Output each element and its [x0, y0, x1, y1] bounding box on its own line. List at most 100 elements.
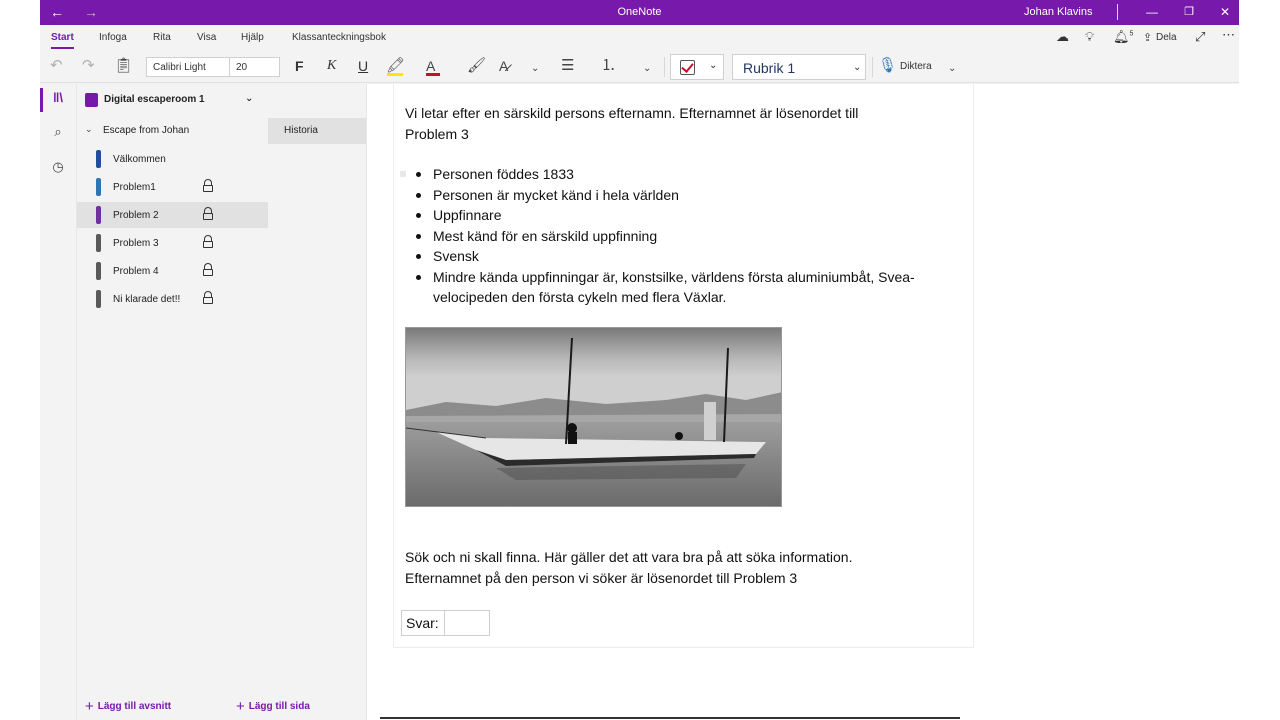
section-group-label: Escape from Johan [103, 125, 190, 136]
todo-tag-dropdown[interactable]: ⌄ [670, 54, 724, 80]
section-label: Historia [284, 125, 318, 136]
page-color-marker [96, 234, 101, 252]
outro-paragraph[interactable]: Sök och ni skall finna. Här gäller det a… [405, 547, 965, 588]
page-label: Välkommen [113, 154, 166, 165]
user-name[interactable]: Johan Klavins [1024, 6, 1093, 18]
minimize-button[interactable]: — [1142, 4, 1162, 20]
style-dropdown[interactable]: Rubrik 1 ⌄ [732, 54, 866, 80]
add-page-button[interactable]: + Lägg till sida [236, 696, 310, 715]
lock-icon [203, 291, 213, 305]
add-section-label: Lägg till avsnitt [97, 701, 172, 712]
list-item: Personen är mycket känd i hela världen [405, 185, 975, 206]
page-item-problem1[interactable]: Problem1 [77, 174, 268, 200]
clear-formatting-icon[interactable]: A̷ [499, 57, 508, 75]
bullet-icon [416, 172, 421, 177]
numbered-list-icon[interactable]: ⒈ [601, 57, 616, 75]
style-name: Rubrik 1 [743, 60, 796, 76]
boat-photo-image [406, 328, 781, 506]
historic-boat-photo[interactable] [405, 327, 782, 507]
intro-paragraph[interactable]: Vi letar efter en särskild persons efter… [405, 103, 945, 144]
answer-input-cell[interactable] [445, 611, 489, 635]
tab-infoga[interactable]: Infoga [99, 32, 127, 43]
list-options-chevron-icon[interactable]: ⌄ [643, 60, 651, 78]
page-color-marker [96, 206, 101, 224]
undo-icon[interactable]: ↶ [50, 57, 63, 75]
font-color-icon[interactable]: A [426, 57, 440, 76]
page-item-problem-3[interactable]: Problem 3 [77, 230, 268, 256]
todo-checkbox-icon [680, 60, 695, 75]
format-painter-icon[interactable]: 🖌︎ [467, 57, 486, 75]
sync-icon[interactable]: ☁ [1056, 29, 1069, 45]
bullet-list-icon[interactable]: ☰ [561, 57, 574, 75]
answer-label: Svar: [402, 611, 445, 635]
right-margin [1239, 0, 1280, 720]
formatting-toolbar: ↶ ↷ 📋︎ Calibri Light 20 F K U 🖍︎ A 🖌︎ A̷… [40, 51, 1239, 83]
font-color-bar [426, 73, 440, 76]
lock-icon [203, 235, 213, 249]
notebooks-icon[interactable]: ‖\ [48, 90, 68, 110]
bold-button[interactable]: F [295, 58, 304, 74]
tab-visa[interactable]: Visa [197, 32, 216, 43]
search-icon[interactable]: ⌕ [48, 124, 68, 144]
list-item-text: Personen föddes 1833 [433, 166, 574, 182]
more-formatting-chevron-icon[interactable]: ⌄ [531, 60, 539, 78]
tab-hjalp[interactable]: Hjälp [241, 32, 264, 43]
page-item-problem-2[interactable]: Problem 2 [77, 202, 268, 228]
page-color-marker [96, 150, 101, 168]
chevron-down-icon: ⌄ [853, 62, 862, 73]
page-canvas[interactable]: Vi letar efter en särskild persons efter… [366, 84, 1239, 720]
tab-rita[interactable]: Rita [153, 32, 171, 43]
page-label: Ni klarade det!! [113, 294, 181, 305]
tab-klassanteckningsbok[interactable]: Klassanteckningsbok [292, 32, 386, 43]
font-picker[interactable]: Calibri Light 20 [146, 57, 280, 77]
notebook-title[interactable]: Digital escaperoom 1 [104, 94, 205, 105]
notebook-header[interactable]: Digital escaperoom 1 ⌄ ≡ [77, 84, 406, 116]
notebook-pane: Digital escaperoom 1 ⌄ ≡ ⌄ Escape from J… [77, 84, 406, 720]
title-bar: ← → OneNote Johan Klavins — ❐ ✕ [40, 0, 1239, 25]
bullet-icon [416, 274, 421, 280]
intro-line-1: Vi letar efter en särskild persons efter… [405, 105, 859, 121]
dictate-chevron-icon[interactable]: ⌄ [948, 60, 956, 78]
highlighter-icon[interactable]: 🖍︎ [386, 57, 405, 76]
restore-button[interactable]: ❐ [1179, 4, 1199, 20]
close-button[interactable]: ✕ [1215, 4, 1235, 20]
intro-line-2: Problem 3 [405, 125, 469, 142]
left-margin [0, 0, 40, 720]
list-item: Uppfinnare [405, 205, 975, 226]
page-color-marker [96, 262, 101, 280]
fullscreen-icon[interactable]: ⤢ [1195, 29, 1205, 45]
bullet-icon [416, 213, 421, 218]
font-name-field[interactable]: Calibri Light [153, 62, 206, 73]
list-item: Mindre kända uppfinningar är, konstsilke… [405, 267, 975, 308]
plus-icon: + [85, 698, 94, 715]
underline-button[interactable]: U [358, 58, 368, 74]
microphone-icon[interactable]: 🎙︎ [878, 57, 897, 75]
share-button[interactable]: Dela [1156, 32, 1177, 43]
clipboard-icon[interactable]: 📋︎ [114, 57, 133, 75]
redo-icon[interactable]: ↷ [82, 57, 95, 75]
list-item-text: Mest känd för en särskild uppfinning [433, 227, 658, 244]
font-size-field[interactable]: 20 [236, 62, 247, 73]
section-group-escape-from-johan[interactable]: ⌄ Escape from Johan [77, 118, 267, 142]
italic-button[interactable]: K [327, 58, 336, 74]
chevron-down-icon[interactable]: ⌄ [85, 124, 93, 135]
page-label: Problem 4 [113, 266, 159, 277]
font-box-divider [229, 58, 230, 76]
dictate-button[interactable]: Diktera [900, 61, 932, 72]
clue-list[interactable]: Personen föddes 1833 Personen är mycket … [405, 164, 975, 308]
recent-clock-icon[interactable]: ◷ [48, 159, 68, 179]
notebook-chevron-down-icon[interactable]: ⌄ [245, 93, 253, 104]
page-item-problem-4[interactable]: Problem 4 [77, 258, 268, 284]
navigation-rail: ‖\ ⌕ ◷ [40, 84, 77, 720]
notebook-icon [85, 93, 98, 107]
lightbulb-icon[interactable]: 💡︎ [1085, 29, 1094, 45]
tab-start[interactable]: Start [51, 32, 74, 49]
page-item-valkommen[interactable]: Välkommen [77, 146, 268, 172]
plus-icon: + [236, 698, 245, 715]
notification-count: 5 [1129, 30, 1134, 38]
page-item-ni-klarade-det[interactable]: Ni klarade det!! [77, 286, 268, 312]
notifications-bell-icon[interactable]: 🔔︎5 [1113, 29, 1133, 45]
add-section-button[interactable]: + Lägg till avsnitt [85, 696, 172, 715]
list-item-text: Mindre kända uppfinningar är, konstsilke… [433, 268, 915, 306]
more-options-icon[interactable]: ⋯ [1222, 27, 1235, 43]
